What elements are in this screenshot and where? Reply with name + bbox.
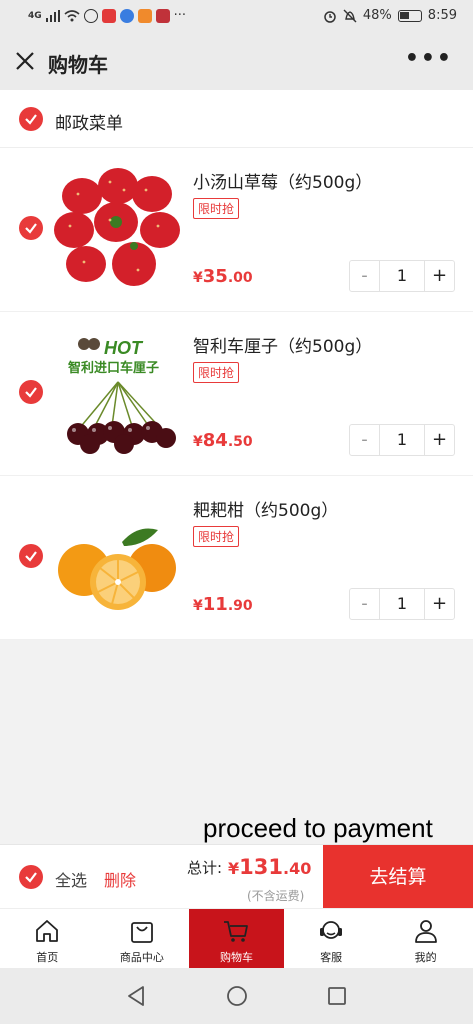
item-checkbox[interactable] xyxy=(19,216,43,240)
strawberry-image[interactable] xyxy=(54,166,182,294)
decrease-button[interactable]: - xyxy=(350,589,380,619)
tab-label: 商品中心 xyxy=(119,951,164,964)
increase-button[interactable]: + xyxy=(424,261,454,291)
checkmark-icon xyxy=(25,387,37,398)
item-price: ¥35.00 xyxy=(193,266,253,287)
network-indicator: 4G xyxy=(28,10,42,21)
page-title: 购物车 xyxy=(48,53,108,77)
home-circle-icon[interactable] xyxy=(225,984,249,1008)
decrease-button[interactable]: - xyxy=(350,261,380,291)
item-price: ¥11.90 xyxy=(193,594,253,615)
alarm-icon xyxy=(324,10,336,23)
cart-item: 耙耙柑（约500g） 限时抢 ¥11.90 - 1 + xyxy=(0,476,473,640)
clock: 8:59 xyxy=(427,8,457,23)
shopping-bag-icon xyxy=(130,922,153,943)
tab-label: 客服 xyxy=(320,951,343,964)
tab-customer-service[interactable]: 客服 xyxy=(284,909,379,968)
decrease-button[interactable]: - xyxy=(350,425,380,455)
tab-home[interactable]: 首页 xyxy=(0,909,95,968)
checkout-bar: 全选 删除 总计: ¥131.40 (不含运费) 去结算 xyxy=(0,844,473,909)
wifi-icon xyxy=(64,9,80,21)
quantity-value[interactable]: 1 xyxy=(380,425,424,455)
item-checkbox[interactable] xyxy=(19,544,43,568)
flash-sale-badge: 限时抢 xyxy=(193,198,240,219)
item-name[interactable]: 小汤山草莓（约500g） xyxy=(193,168,372,193)
shop-checkbox[interactable] xyxy=(19,107,43,131)
quantity-stepper: - 1 + xyxy=(349,424,455,456)
image-caption: 智利进口车厘子 xyxy=(68,360,159,376)
item-name[interactable]: 耙耙柑（约500g） xyxy=(193,496,338,521)
shop-name: 邮政菜单 xyxy=(55,114,123,134)
red-app-icon xyxy=(155,8,170,23)
increase-button[interactable]: + xyxy=(424,589,454,619)
overlay-caption: proceed to payment xyxy=(203,813,433,843)
tab-label: 首页 xyxy=(36,951,59,964)
cart-list: 邮政菜单 小汤山草莓（约500g） 限时抢 ¥35.00 - 1 + HOT 智… xyxy=(0,90,473,640)
status-bar: 4G ··· 48% 8:59 xyxy=(0,0,473,34)
mail-app-icon xyxy=(101,8,116,23)
flash-sale-badge: 限时抢 xyxy=(193,526,240,547)
tab-mine[interactable]: 我的 xyxy=(378,909,473,968)
tab-cart[interactable]: 购物车 xyxy=(189,909,284,968)
flash-sale-badge: 限时抢 xyxy=(193,362,240,383)
tab-label: 购物车 xyxy=(219,951,253,964)
total-label: 总计: xyxy=(187,859,223,877)
close-icon[interactable] xyxy=(12,48,38,74)
image-hot-text: HOT xyxy=(104,338,144,358)
item-checkbox[interactable] xyxy=(19,380,43,404)
checkmark-icon xyxy=(25,223,37,234)
quantity-value[interactable]: 1 xyxy=(380,261,424,291)
delete-button[interactable]: 删除 xyxy=(104,867,136,891)
select-all-label[interactable]: 全选 xyxy=(55,867,87,891)
orange-app-icon xyxy=(137,8,152,23)
browser-app-icon xyxy=(83,8,98,23)
recents-icon[interactable] xyxy=(325,984,349,1008)
item-price: ¥84.50 xyxy=(193,430,253,451)
mandarin-image[interactable] xyxy=(54,494,182,622)
back-icon[interactable] xyxy=(124,984,148,1008)
cherry-image[interactable]: HOT 智利进口车厘子 xyxy=(54,330,182,458)
more-notifications: ··· xyxy=(173,8,187,23)
quantity-value[interactable]: 1 xyxy=(380,589,424,619)
home-icon xyxy=(36,920,59,942)
headset-icon xyxy=(320,921,343,939)
shop-row: 邮政菜单 xyxy=(0,90,473,148)
more-options-icon[interactable]: ••• xyxy=(405,46,453,71)
user-icon xyxy=(414,920,437,943)
cart-item: 小汤山草莓（约500g） 限时抢 ¥35.00 - 1 + xyxy=(0,148,473,312)
tab-label: 我的 xyxy=(414,951,437,964)
battery-icon xyxy=(397,9,422,22)
checkout-button[interactable]: 去结算 xyxy=(323,845,473,909)
total-price: ¥131.40 xyxy=(228,855,312,879)
blue-app-icon xyxy=(119,8,134,23)
quantity-stepper: - 1 + xyxy=(349,260,455,292)
signal-icon xyxy=(45,9,60,22)
battery-percent: 48% xyxy=(362,8,392,23)
checkmark-icon xyxy=(25,872,37,883)
tab-products[interactable]: 商品中心 xyxy=(95,909,190,968)
checkmark-icon xyxy=(25,551,37,562)
checkmark-icon xyxy=(25,114,37,125)
select-all-checkbox[interactable] xyxy=(19,865,43,889)
shipping-note: (不含运费) xyxy=(247,889,305,903)
mute-icon xyxy=(343,9,357,22)
cart-icon xyxy=(224,921,249,942)
system-nav-bar xyxy=(0,968,473,1024)
bottom-tab-bar: 首页 商品中心 购物车 客服 我的 xyxy=(0,908,473,968)
item-name[interactable]: 智利车厘子（约500g） xyxy=(193,332,372,357)
increase-button[interactable]: + xyxy=(424,425,454,455)
header: 购物车 ••• xyxy=(0,34,473,90)
cart-item: HOT 智利进口车厘子 智利车厘子（约500g） 限时抢 ¥84.50 - 1 … xyxy=(0,312,473,476)
quantity-stepper: - 1 + xyxy=(349,588,455,620)
